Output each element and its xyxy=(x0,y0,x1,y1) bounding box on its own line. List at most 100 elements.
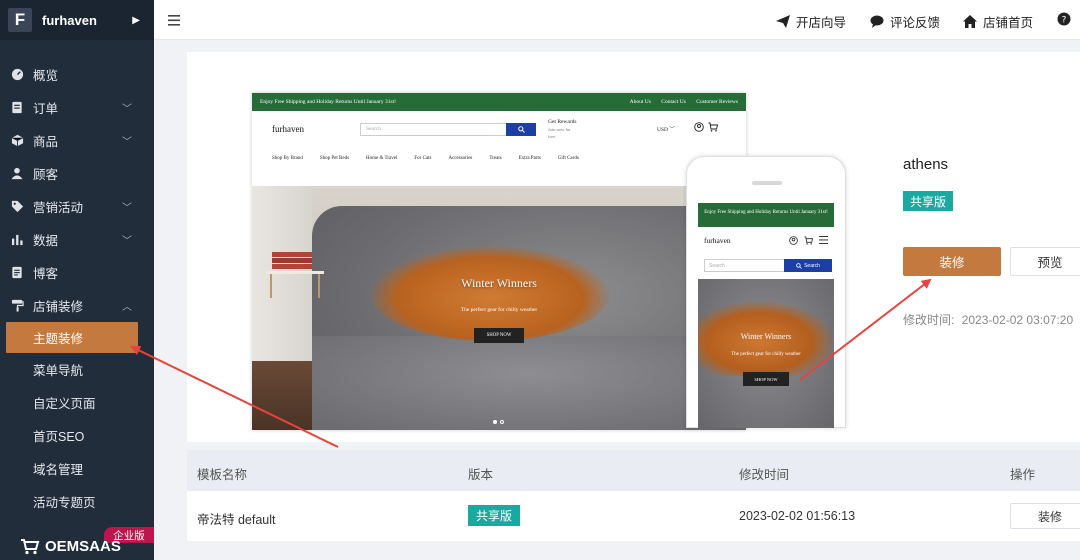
svg-text:?: ? xyxy=(1062,16,1067,26)
decorate-button[interactable]: 装修 xyxy=(903,247,1001,276)
hamburger-menu-icon xyxy=(819,236,828,244)
sidebar-subitem-theme-decoration[interactable]: 主题装修 xyxy=(6,322,138,353)
store-header-icons xyxy=(694,122,718,132)
templates-table-header: 模板名称 版本 修改时间 操作 xyxy=(187,450,1080,491)
store-nav-item: Treats xyxy=(489,155,502,161)
comment-icon xyxy=(870,15,884,28)
store-nav-item: For Cats xyxy=(414,155,432,161)
modified-value: 2023-02-02 03:07:20 xyxy=(961,313,1074,327)
user-icon xyxy=(789,236,798,245)
chevron-down-icon: ﹀ xyxy=(122,137,132,148)
sidebar-item-label: 数据 xyxy=(33,234,59,248)
search-icon xyxy=(506,122,536,136)
cart-icon xyxy=(804,236,813,245)
chevron-up-icon: ︿ xyxy=(122,302,132,313)
hamburger-menu-icon[interactable] xyxy=(168,13,180,31)
carousel-dot xyxy=(500,420,504,424)
mobile-header-icons xyxy=(789,236,828,245)
help-link[interactable]: ? xyxy=(1057,12,1077,26)
store-header: furhaven Search Get Rewards Join now for… xyxy=(252,111,746,147)
chevron-down-icon: ﹀ xyxy=(122,203,132,214)
sidebar-item-label: 营销活动 xyxy=(33,201,84,215)
announcement-link: Contact Us xyxy=(661,99,686,105)
sidebar-item-store-design[interactable]: 店铺装修 ︿ xyxy=(0,289,154,322)
brand-switcher[interactable]: F furhaven ▶ xyxy=(0,0,154,40)
sidebar-subitem-menu-navigation[interactable]: 菜单导航 xyxy=(0,353,154,386)
sidebar-item-data[interactable]: 数据 ﹀ xyxy=(0,223,154,256)
topbar: 开店向导 评论反馈 店铺首页 ? xyxy=(154,0,1080,40)
brand-name: furhaven xyxy=(42,12,97,28)
sidebar-subitem-homepage-seo[interactable]: 首页SEO xyxy=(0,419,154,452)
top-link-label: 评论反馈 xyxy=(890,16,941,30)
sidebar-item-blog[interactable]: 博客 xyxy=(0,256,154,289)
sidebar-subitem-custom-pages[interactable]: 自定义页面 xyxy=(0,386,154,419)
chevron-down-icon: ﹀ xyxy=(122,104,132,115)
cart-icon xyxy=(708,122,718,132)
mobile-store-brand: furhaven xyxy=(704,235,731,245)
store-search-input: Search xyxy=(360,122,536,136)
mobile-hero-banner: Winter Winners The perfect gear for chil… xyxy=(698,279,834,428)
store-setup-guide-link[interactable]: 开店向导 xyxy=(776,12,846,31)
sidebar-nav: 概览 订单 ﹀ 商品 ﹀ 顾客 营销活动 ﹀ 数据 ﹀ 博客 店铺装修 ︿ 主题… xyxy=(0,58,154,518)
sidebar-item-customers[interactable]: 顾客 xyxy=(0,157,154,190)
store-nav: Shop By Brand Shop Pet Beds Home & Trave… xyxy=(252,147,746,169)
mobile-search-input: Search Search xyxy=(704,259,832,272)
announcement-link: Customer Reviews xyxy=(696,99,738,105)
sidebar-item-overview[interactable]: 概览 xyxy=(0,58,154,91)
store-nav-item: Accessories xyxy=(448,155,473,161)
store-nav-item: Home & Travel xyxy=(366,155,398,161)
sidebar-item-label: 博客 xyxy=(33,267,59,281)
hero-shop-now-button: SHOP NOW xyxy=(474,328,524,343)
help-icon: ? xyxy=(1057,12,1071,26)
brand-logo: F xyxy=(8,8,32,32)
column-header-template-name: 模板名称 xyxy=(197,468,248,482)
user-icon xyxy=(694,122,704,132)
review-feedback-link[interactable]: 评论反馈 xyxy=(870,12,940,31)
search-placeholder: Search xyxy=(366,126,381,132)
sidebar-item-marketing[interactable]: 营销活动 ﹀ xyxy=(0,190,154,223)
sidebar-item-label: 订单 xyxy=(33,102,59,116)
theme-modified-time: 修改时间: 2023-02-02 03:07:20 xyxy=(903,311,1073,328)
data-chart-icon xyxy=(10,233,24,247)
currency-selector: USD ﹀ xyxy=(657,127,675,133)
mobile-announcement-bar: Enjoy Free Shipping and Holiday Returns … xyxy=(698,203,834,227)
announcement-link: About Us xyxy=(629,99,651,105)
modified-label: 修改时间: xyxy=(903,313,955,327)
rewards-subtitle-2: free xyxy=(548,133,555,139)
mobile-preview-content: Enjoy Free Shipping and Holiday Returns … xyxy=(686,156,846,428)
hero-title: Winter Winners xyxy=(461,276,537,290)
preview-button[interactable]: 预览 xyxy=(1010,247,1080,276)
column-header-actions: 操作 xyxy=(1010,468,1036,482)
products-icon xyxy=(10,134,24,148)
rewards-subtitle: Join now for xyxy=(548,126,571,132)
blog-icon xyxy=(10,266,24,280)
column-header-version: 版本 xyxy=(468,468,494,482)
mobile-search-placeholder: Search xyxy=(709,262,725,269)
table-row: 帝法特 default 共享版 2023-02-02 01:56:13 装修 xyxy=(187,491,1080,541)
sidebar-item-label: 店铺装修 xyxy=(33,300,84,314)
carousel-dots xyxy=(493,420,504,424)
store-nav-item: Shop Pet Beds xyxy=(319,155,350,161)
mobile-hero-shop-now-button: SHOP NOW xyxy=(743,372,789,386)
sidebar-item-label: 概览 xyxy=(33,69,59,83)
hero-dog xyxy=(370,246,610,341)
rewards-title: Get Rewards xyxy=(548,118,577,125)
footer-logo-text: OEMSAAS xyxy=(45,538,121,555)
desktop-preview: Enjoy Free Shipping and Holiday Returns … xyxy=(252,93,746,430)
row-decorate-button[interactable]: 装修 xyxy=(1010,503,1080,529)
store-nav-item: Shop By Brand xyxy=(272,155,303,161)
mobile-hero-subtitle: The perfect gear for chilly weather xyxy=(731,352,801,357)
oemsaas-logo: OEMSAAS xyxy=(20,538,121,555)
shopping-cart-icon xyxy=(21,538,40,554)
shared-version-badge: 共享版 xyxy=(468,505,520,526)
chevron-down-icon: ﹀ xyxy=(122,236,132,247)
sidebar-subitem-campaign-pages[interactable]: 活动专题页 xyxy=(0,485,154,518)
store-homepage-link[interactable]: 店铺首页 xyxy=(963,12,1033,31)
hero-blanket xyxy=(312,336,746,430)
sidebar-item-products[interactable]: 商品 ﹀ xyxy=(0,124,154,157)
marketing-tag-icon xyxy=(10,200,24,214)
sidebar-item-orders[interactable]: 订单 ﹀ xyxy=(0,91,154,124)
sidebar-subitem-domain-management[interactable]: 域名管理 xyxy=(0,452,154,485)
hero-subtitle: The perfect gear for chilly weather xyxy=(460,307,538,313)
sidebar-item-label: 顾客 xyxy=(33,168,59,182)
